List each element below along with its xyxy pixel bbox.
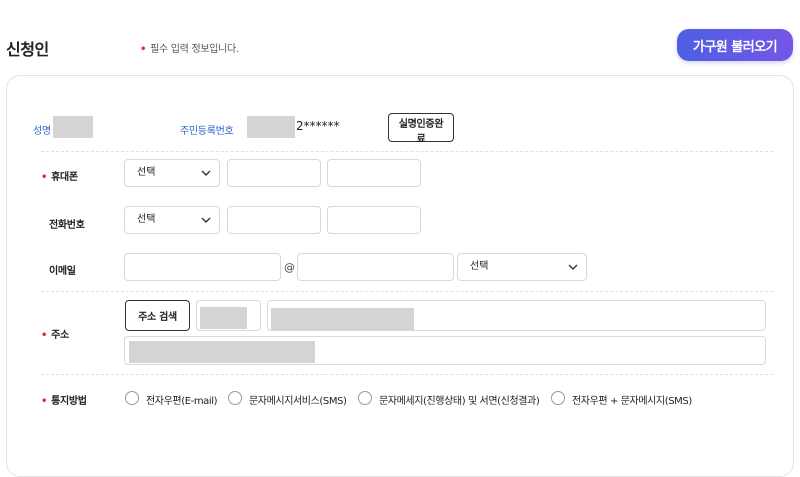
radio-button[interactable] bbox=[228, 391, 242, 405]
chevron-down-icon bbox=[201, 170, 211, 176]
address-detail-redacted bbox=[129, 341, 315, 363]
address-label: • 주소 bbox=[41, 326, 69, 341]
notify-label-text: 통지방법 bbox=[51, 396, 87, 407]
required-note-text: 필수 입력 정보입니다. bbox=[150, 44, 239, 55]
divider bbox=[41, 374, 773, 375]
telephone-label: 전화번호 bbox=[49, 220, 85, 231]
required-dot-icon: • bbox=[41, 172, 48, 183]
notify-option-label: 전자우편(E-mail) bbox=[146, 396, 218, 407]
address-main-input[interactable] bbox=[267, 300, 766, 331]
postcode-input[interactable] bbox=[196, 300, 261, 331]
chevron-down-icon bbox=[201, 217, 211, 223]
phone-prefix-select[interactable]: 선택 bbox=[124, 159, 220, 187]
address-label-text: 주소 bbox=[51, 330, 69, 341]
rrn-prefix-redacted bbox=[247, 116, 295, 138]
name-value-redacted bbox=[53, 116, 93, 138]
required-dot-icon: • bbox=[41, 396, 48, 407]
address-search-button[interactable]: 주소 검색 bbox=[125, 300, 190, 331]
address-detail-input[interactable] bbox=[124, 336, 766, 365]
email-domain-input[interactable] bbox=[297, 253, 454, 281]
email-at-sign: @ bbox=[284, 261, 295, 274]
radio-button[interactable] bbox=[551, 391, 565, 405]
email-domain-value: 선택 bbox=[470, 261, 489, 272]
address-main-redacted bbox=[271, 308, 414, 330]
applicant-form-card: 성명 주민등록번호 2****** 실명인증완료 • 휴대폰 선택 전화번호 선택… bbox=[6, 75, 794, 477]
notify-option-label: 문자메시지서비스(SMS) bbox=[249, 396, 347, 407]
radio-button[interactable] bbox=[125, 391, 139, 405]
phone-middle-input[interactable] bbox=[227, 159, 321, 187]
radio-button[interactable] bbox=[358, 391, 372, 405]
email-id-input[interactable] bbox=[124, 253, 281, 281]
phone-prefix-value: 선택 bbox=[137, 167, 156, 178]
notify-label: • 통지방법 bbox=[41, 392, 87, 407]
phone-last-input[interactable] bbox=[327, 159, 421, 187]
notify-option-label: 문자메세지(진행상태) 및 서면(신청결과) bbox=[379, 396, 540, 407]
divider bbox=[41, 151, 773, 152]
required-note: • 필수 입력 정보입니다. bbox=[140, 40, 239, 55]
phone-label: • 휴대폰 bbox=[41, 168, 78, 183]
telephone-prefix-select[interactable]: 선택 bbox=[124, 206, 220, 234]
telephone-last-input[interactable] bbox=[327, 206, 421, 234]
rrn-label: 주민등록번호 bbox=[180, 126, 234, 137]
email-label: 이메일 bbox=[49, 266, 76, 277]
chevron-down-icon bbox=[568, 264, 578, 270]
phone-label-text: 휴대폰 bbox=[51, 172, 78, 183]
verified-button[interactable]: 실명인증완료 bbox=[388, 113, 454, 145]
notify-option-label: 전자우편 + 문자메시지(SMS) bbox=[572, 396, 692, 407]
divider bbox=[41, 291, 773, 292]
name-label: 성명 bbox=[33, 126, 51, 137]
postcode-redacted bbox=[200, 307, 247, 329]
page-title: 신청인 bbox=[6, 40, 49, 59]
rrn-suffix: 2****** bbox=[296, 119, 340, 133]
required-dot-icon: • bbox=[41, 330, 48, 341]
required-dot-icon: • bbox=[140, 44, 147, 55]
telephone-middle-input[interactable] bbox=[227, 206, 321, 234]
load-household-button[interactable]: 가구원 불러오기 bbox=[677, 29, 793, 61]
telephone-prefix-value: 선택 bbox=[137, 214, 156, 225]
email-domain-select[interactable]: 선택 bbox=[457, 253, 587, 281]
